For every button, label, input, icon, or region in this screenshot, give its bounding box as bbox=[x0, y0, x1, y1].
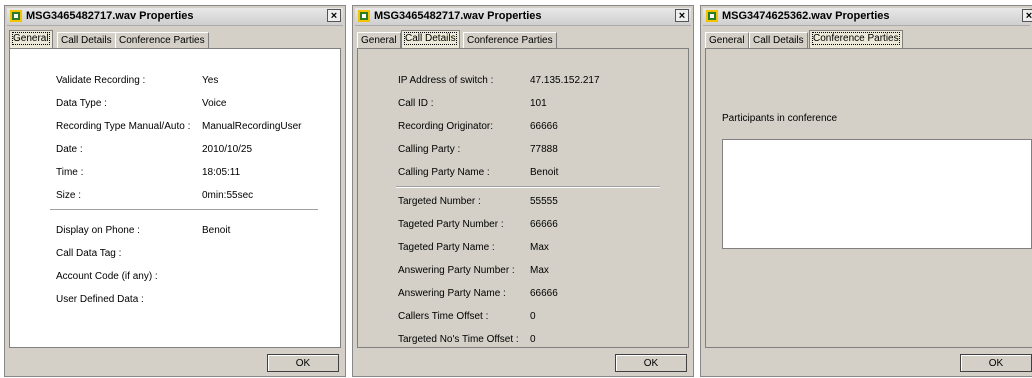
divider bbox=[396, 186, 660, 188]
tab-call-details[interactable]: Call Details bbox=[57, 32, 116, 48]
field-value: 0 bbox=[530, 311, 536, 322]
tab-conference-parties[interactable]: Conference Parties bbox=[115, 32, 209, 48]
field-label: Recording Type Manual/Auto : bbox=[56, 121, 191, 132]
field-label: Call Data Tag : bbox=[56, 248, 122, 259]
button-bar: OK bbox=[705, 352, 1032, 372]
button-bar: OK bbox=[9, 352, 341, 372]
field-label: Size : bbox=[56, 190, 82, 201]
tab-call-details[interactable]: Call Details bbox=[749, 32, 808, 48]
field-value: 0 bbox=[530, 334, 536, 345]
participants-label: Participants in conference bbox=[722, 113, 838, 124]
field-value: 2010/10/25 bbox=[202, 144, 253, 155]
field-label: Answering Party Number : bbox=[398, 265, 515, 276]
app-icon bbox=[706, 10, 718, 22]
app-icon bbox=[358, 10, 370, 22]
field-value: ManualRecordingUser bbox=[202, 121, 302, 132]
field-label: Targeted No's Time Offset : bbox=[398, 334, 519, 345]
window-title: MSG3465482717.wav Properties bbox=[374, 10, 542, 22]
tab-general[interactable]: General bbox=[357, 32, 401, 48]
field-value: 47.135.152.217 bbox=[530, 75, 600, 86]
divider bbox=[50, 209, 318, 211]
field-label: Display on Phone : bbox=[56, 225, 140, 236]
window-title: MSG3474625362.wav Properties bbox=[722, 10, 890, 22]
participants-list[interactable] bbox=[722, 139, 1032, 249]
field-value: Voice bbox=[202, 98, 227, 109]
button-bar: OK bbox=[357, 352, 689, 372]
field-label: Tageted Party Name : bbox=[398, 242, 495, 253]
ok-button[interactable]: OK bbox=[267, 354, 339, 372]
field-value: Yes bbox=[202, 75, 219, 86]
tab-call-details[interactable]: Call Details bbox=[401, 30, 460, 48]
close-icon[interactable]: × bbox=[1022, 9, 1032, 22]
field-label: Recording Originator: bbox=[398, 121, 494, 132]
field-value: Benoit bbox=[202, 225, 231, 236]
field-label: Call ID : bbox=[398, 98, 434, 109]
field-value: 66666 bbox=[530, 288, 558, 299]
title-bar[interactable]: MSG3465482717.wav Properties × bbox=[355, 8, 691, 26]
tab-general[interactable]: General bbox=[9, 30, 53, 48]
ok-button[interactable]: OK bbox=[960, 354, 1032, 372]
tab-general[interactable]: General bbox=[705, 32, 749, 48]
call-details-panel: IP Address of switch : 47.135.152.217 Ca… bbox=[357, 48, 689, 348]
field-label: Time : bbox=[56, 167, 84, 178]
conference-parties-panel: Participants in conference bbox=[705, 48, 1032, 348]
field-label: Account Code (if any) : bbox=[56, 271, 158, 282]
field-value: Benoit bbox=[530, 167, 559, 178]
field-value: 101 bbox=[530, 98, 547, 109]
close-icon[interactable]: × bbox=[675, 9, 689, 22]
field-label: Targeted Number : bbox=[398, 196, 481, 207]
field-label: Answering Party Name : bbox=[398, 288, 506, 299]
field-value: 18:05:11 bbox=[202, 167, 241, 178]
field-label: Calling Party : bbox=[398, 144, 461, 155]
field-label: User Defined Data : bbox=[56, 294, 144, 305]
app-icon bbox=[10, 10, 22, 22]
properties-dialog-conference-parties: MSG3474625362.wav Properties × General C… bbox=[700, 5, 1032, 377]
field-value: 55555 bbox=[530, 196, 558, 207]
field-value: 0min:55sec bbox=[202, 190, 254, 201]
field-label: IP Address of switch : bbox=[398, 75, 494, 86]
title-bar[interactable]: MSG3474625362.wav Properties × bbox=[703, 8, 1032, 26]
tab-conference-parties[interactable]: Conference Parties bbox=[463, 32, 557, 48]
general-panel: Validate Recording : Yes Data Type : Voi… bbox=[9, 48, 341, 348]
ok-button[interactable]: OK bbox=[615, 354, 687, 372]
field-value: 77888 bbox=[530, 144, 558, 155]
field-label: Validate Recording : bbox=[56, 75, 146, 86]
field-label: Calling Party Name : bbox=[398, 167, 490, 178]
field-value: 66666 bbox=[530, 121, 558, 132]
properties-dialog-general: MSG3465482717.wav Properties × General C… bbox=[4, 5, 346, 377]
field-label: Callers Time Offset : bbox=[398, 311, 489, 322]
field-label: Tageted Party Number : bbox=[398, 219, 504, 230]
tab-conference-parties[interactable]: Conference Parties bbox=[809, 30, 903, 48]
field-value: 66666 bbox=[530, 219, 558, 230]
field-label: Data Type : bbox=[56, 98, 107, 109]
field-value: Max bbox=[530, 265, 549, 276]
window-title: MSG3465482717.wav Properties bbox=[26, 10, 194, 22]
field-label: Date : bbox=[56, 144, 83, 155]
close-icon[interactable]: × bbox=[327, 9, 341, 22]
field-value: Max bbox=[530, 242, 549, 253]
properties-dialog-call-details: MSG3465482717.wav Properties × General C… bbox=[352, 5, 694, 377]
title-bar[interactable]: MSG3465482717.wav Properties × bbox=[7, 8, 343, 26]
